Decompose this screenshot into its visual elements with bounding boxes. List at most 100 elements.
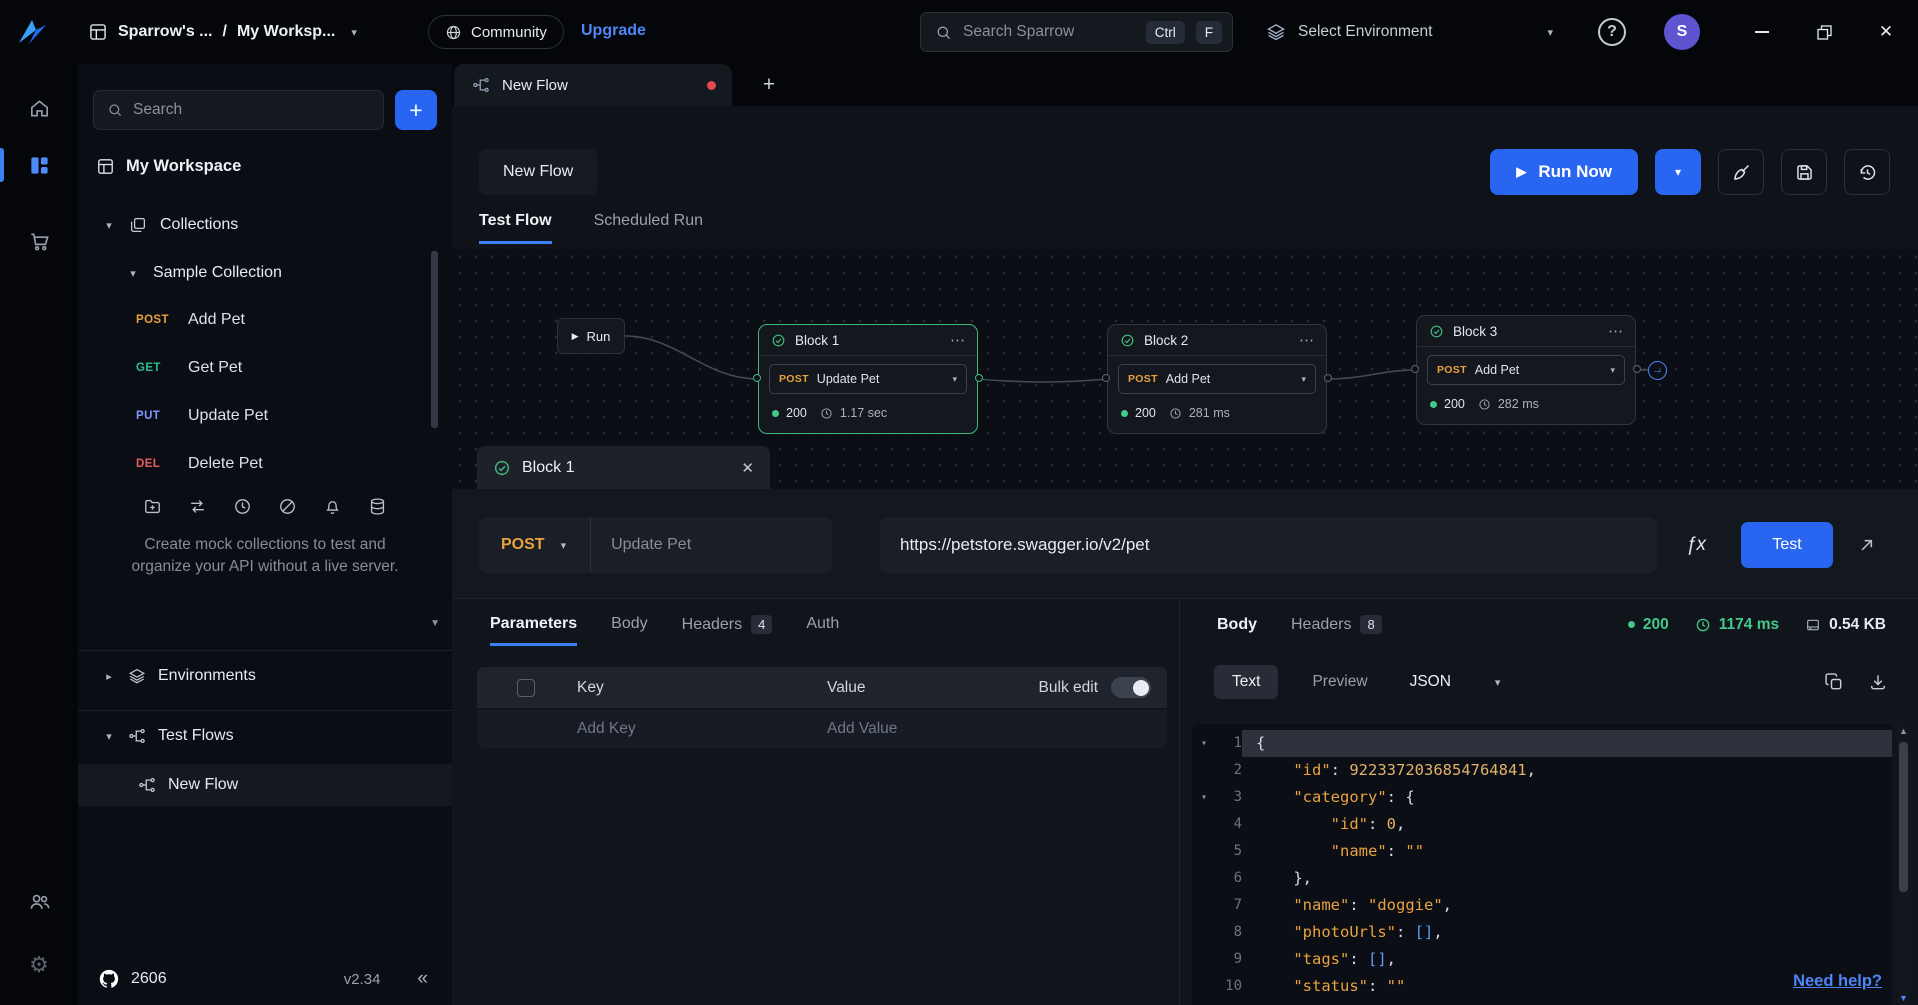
collapse-sidebar-icon[interactable]: « (417, 968, 428, 990)
fold-icon[interactable]: ▾ (1192, 784, 1216, 811)
sidebar-item-sample-collection[interactable]: ▾ Sample Collection (78, 253, 452, 293)
open-in-new-icon[interactable] (1850, 529, 1882, 561)
run-options-button[interactable]: ▾ (1655, 149, 1701, 195)
history-button[interactable] (1844, 149, 1890, 195)
block-menu-icon[interactable]: ⋯ (1608, 322, 1623, 340)
members-button[interactable] (0, 881, 78, 921)
block-request-select[interactable]: POST Update Pet ▾ (769, 364, 967, 394)
sidebar-section-collections[interactable]: ▾ Collections (78, 205, 452, 245)
close-button[interactable]: ✕ (1866, 12, 1906, 52)
restore-button[interactable] (1804, 12, 1844, 52)
tab-scheduled-run[interactable]: Scheduled Run (594, 212, 703, 244)
tab-response-headers[interactable]: Headers 8 (1291, 615, 1382, 634)
chevron-down-icon: ▾ (1301, 374, 1306, 385)
home-button[interactable] (0, 88, 78, 128)
sidebar-search-input[interactable]: Search (93, 90, 384, 130)
run-node[interactable]: ▶ Run (557, 318, 625, 354)
bulk-edit-toggle[interactable] (1111, 677, 1151, 698)
sidebar-scrollbar-thumb[interactable] (431, 251, 438, 428)
search-sparrow-input[interactable]: Search Sparrow Ctrl F (920, 12, 1233, 52)
tab-new-flow[interactable]: New Flow (454, 64, 732, 106)
clock-icon[interactable] (233, 497, 252, 516)
flow-block-3[interactable]: Block 3 ⋯ POST Add Pet ▾ 200 282 ms (1416, 315, 1636, 425)
chevron-down-icon[interactable]: ▾ (126, 267, 140, 280)
flow-title-chip[interactable]: New Flow (479, 149, 597, 195)
scroll-down-icon[interactable]: ▼ (1897, 993, 1910, 1003)
input-port[interactable] (1102, 374, 1110, 382)
tab-parameters[interactable]: Parameters (490, 615, 577, 646)
help-button[interactable]: ? (1598, 18, 1626, 46)
workspace-breadcrumb[interactable]: Sparrow's ... / My Worksp... ▾ (88, 0, 357, 64)
output-port[interactable] (975, 374, 983, 382)
input-port[interactable] (753, 374, 761, 382)
sidebar-request-get-pet[interactable]: GET Get Pet (78, 344, 452, 392)
response-scrollbar[interactable]: ▲ ▼ (1897, 724, 1910, 1005)
run-now-button[interactable]: ▶ Run Now (1490, 149, 1638, 195)
chevron-right-icon[interactable]: ▸ (102, 670, 116, 683)
collections-nav-button[interactable] (0, 145, 78, 185)
minimize-button[interactable] (1742, 12, 1782, 52)
chevron-down-icon[interactable]: ▾ (102, 219, 116, 232)
add-next-block-button[interactable]: → (1648, 361, 1667, 380)
fold-icon[interactable]: ▾ (1192, 730, 1216, 757)
offline-icon[interactable] (278, 497, 297, 516)
sidebar-section-test-flows[interactable]: ▾ Test Flows (78, 714, 452, 758)
need-help-link[interactable]: Need help? (1793, 972, 1882, 991)
select-all-checkbox[interactable] (517, 679, 535, 697)
output-port[interactable] (1324, 374, 1332, 382)
close-icon[interactable]: ✕ (741, 459, 754, 477)
output-port[interactable] (1633, 365, 1641, 373)
copy-icon[interactable] (1824, 672, 1844, 692)
chevron-down-icon[interactable]: ▾ (102, 730, 116, 743)
sidebar-request-update-pet[interactable]: PUT Update Pet (78, 392, 452, 440)
flow-block-2[interactable]: Block 2 ⋯ POST Add Pet ▾ 200 281 ms (1107, 324, 1327, 434)
response-body-editor[interactable]: ▾1{2 "id": 9223372036854764841,▾3 "categ… (1192, 724, 1892, 1005)
tab-auth[interactable]: Auth (806, 615, 839, 643)
scrollbar-thumb[interactable] (1899, 742, 1908, 892)
sidebar-section-environments[interactable]: ▸ Environments (78, 654, 452, 698)
tab-body[interactable]: Body (611, 615, 647, 643)
tab-test-flow[interactable]: Test Flow (479, 212, 552, 244)
upgrade-link[interactable]: Upgrade (581, 22, 646, 40)
download-icon[interactable] (1868, 672, 1888, 692)
server-icon[interactable] (368, 497, 387, 516)
settings-button[interactable]: ⚙ (0, 945, 78, 985)
sync-icon[interactable] (188, 497, 207, 516)
view-text-tab[interactable]: Text (1214, 665, 1278, 699)
avatar[interactable]: S (1664, 14, 1700, 50)
scroll-up-icon[interactable]: ▲ (1897, 726, 1910, 736)
add-new-button[interactable]: + (395, 90, 437, 130)
sidebar-request-delete-pet[interactable]: DEL Delete Pet (78, 440, 452, 488)
sidebar-item-new-flow[interactable]: New Flow (78, 764, 452, 806)
save-button[interactable] (1781, 149, 1827, 195)
scroll-down-icon[interactable]: ▼ (430, 618, 440, 629)
github-icon[interactable] (98, 968, 120, 990)
input-port[interactable] (1411, 365, 1419, 373)
flow-block-1[interactable]: Block 1 ⋯ POST Update Pet ▾ 200 1.17 sec (758, 324, 978, 434)
marketplace-button[interactable] (0, 221, 78, 261)
sidebar-request-add-pet[interactable]: POST Add Pet (78, 296, 452, 344)
block-request-select[interactable]: POST Add Pet ▾ (1118, 364, 1316, 394)
add-value-input[interactable]: Add Value (827, 720, 1151, 738)
format-select[interactable]: JSON ▾ (1410, 673, 1501, 691)
tab-headers[interactable]: Headers 4 (682, 615, 773, 644)
add-key-input[interactable]: Add Key (577, 720, 827, 738)
dynamic-expression-button[interactable]: ƒx (1672, 517, 1720, 573)
block-menu-icon[interactable]: ⋯ (1299, 331, 1314, 349)
method-select[interactable]: POST ▾ Update Pet (479, 517, 832, 573)
tab-response-body[interactable]: Body (1217, 616, 1257, 634)
url-input[interactable]: https://petstore.swagger.io/v2/pet (880, 517, 1657, 573)
add-folder-icon[interactable] (143, 497, 162, 516)
block-menu-icon[interactable]: ⋯ (950, 331, 965, 349)
view-preview-tab[interactable]: Preview (1312, 673, 1367, 691)
block-request-select[interactable]: POST Add Pet ▾ (1427, 355, 1625, 385)
request-name-input[interactable]: Update Pet (611, 536, 691, 554)
environment-select[interactable]: Select Environment ▾ (1266, 0, 1553, 64)
new-tab-button[interactable]: + (752, 68, 786, 102)
bell-icon[interactable] (323, 497, 342, 516)
test-button[interactable]: Test (1741, 522, 1833, 568)
clean-button[interactable] (1718, 149, 1764, 195)
block-detail-header[interactable]: Block 1 ✕ (477, 446, 770, 489)
community-button[interactable]: Community (428, 15, 564, 49)
chevron-down-icon[interactable]: ▾ (351, 26, 357, 39)
